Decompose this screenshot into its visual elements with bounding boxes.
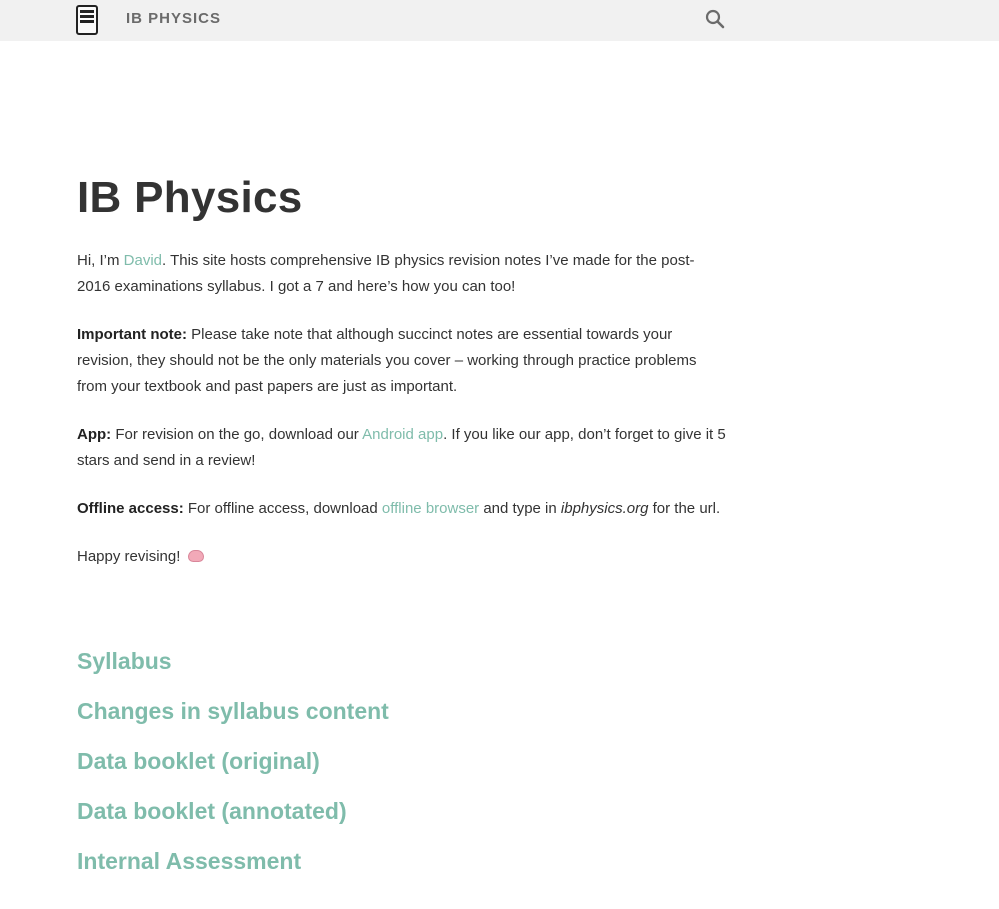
offline-access-label: Offline access: xyxy=(77,500,184,517)
android-app-link[interactable]: Android app xyxy=(362,426,443,443)
app-paragraph: App: For revision on the go, download ou… xyxy=(77,422,727,474)
important-note-paragraph: Important note: Please take note that al… xyxy=(77,322,727,400)
section-links: Syllabus Changes in syllabus content Dat… xyxy=(77,636,727,886)
offline-suffix: for the url. xyxy=(648,500,721,517)
app-label: App: xyxy=(77,426,112,443)
offline-browser-link[interactable]: offline browser xyxy=(382,500,479,517)
author-link[interactable]: David xyxy=(124,252,162,269)
section-link-syllabus-changes[interactable]: Changes in syllabus content xyxy=(77,686,727,736)
intro-paragraph: Hi, I’m David. This site hosts comprehen… xyxy=(77,248,727,300)
intro-suffix: . This site hosts comprehensive IB physi… xyxy=(77,252,695,295)
offline-middle: and type in xyxy=(479,500,561,517)
brain-emoji-icon xyxy=(187,550,204,562)
offline-access-paragraph: Offline access: For offline access, down… xyxy=(77,496,727,522)
section-link-syllabus[interactable]: Syllabus xyxy=(77,636,727,686)
search-icon[interactable] xyxy=(704,8,726,30)
site-title-link[interactable]: IB PHYSICS xyxy=(126,10,221,27)
top-navigation-bar: IB PHYSICS xyxy=(0,0,999,41)
site-url: ibphysics.org xyxy=(560,500,649,517)
closing-paragraph: Happy revising! xyxy=(77,544,727,570)
intro-prefix: Hi, I’m xyxy=(77,252,124,269)
app-prefix: For revision on the go, download our xyxy=(111,426,363,443)
section-link-internal-assessment[interactable]: Internal Assessment xyxy=(77,836,727,886)
important-note-label: Important note: xyxy=(77,326,187,343)
offline-prefix: For offline access, download xyxy=(183,500,382,517)
closing-text: Happy revising! xyxy=(77,548,185,565)
page-title: IB Physics xyxy=(77,173,303,222)
section-link-data-booklet-original[interactable]: Data booklet (original) xyxy=(77,736,727,786)
section-link-data-booklet-annotated[interactable]: Data booklet (annotated) xyxy=(77,786,727,836)
main-content: IB Physics Hi, I’m David. This site host… xyxy=(77,168,727,886)
hamburger-menu-icon[interactable] xyxy=(76,5,98,35)
